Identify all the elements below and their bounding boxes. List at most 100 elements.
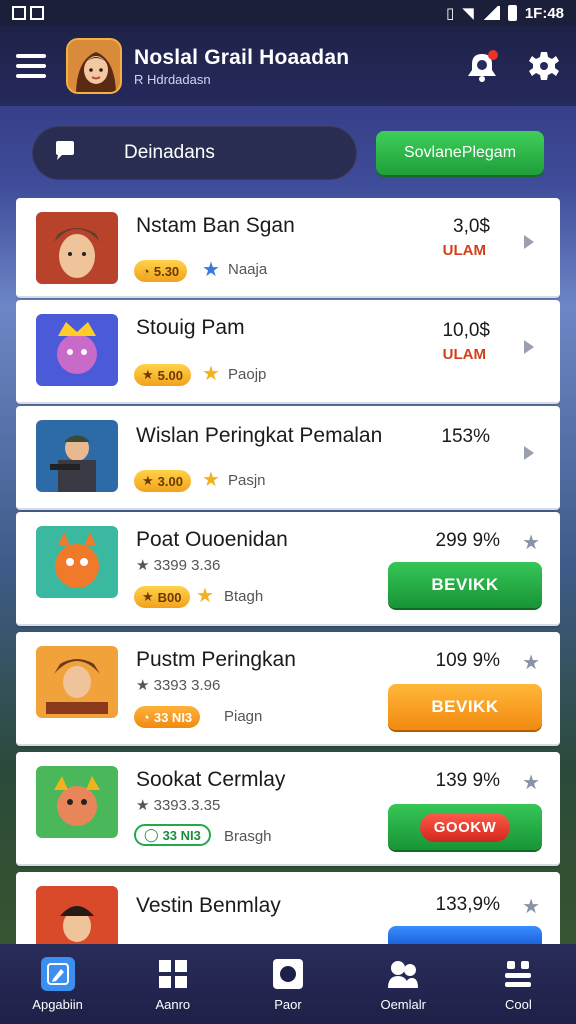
coin-icon: ◔	[142, 709, 150, 725]
header-text: Noslal Grail Hoaadan R Hdrdadasn	[134, 46, 349, 87]
row-title: Sookat Cermlay	[136, 768, 286, 791]
badge-text: 5.30	[153, 263, 180, 279]
row-subline: ★ 3393 3.96	[136, 677, 221, 694]
notifications-button[interactable]	[466, 50, 498, 82]
score-badge: ◔ 5.30	[134, 260, 188, 282]
badge-text: 5.00	[157, 367, 183, 383]
row-value: 3,0$	[453, 216, 490, 237]
status-bar: ▯ ◥ 1F:48	[0, 0, 576, 26]
favorite-star-icon[interactable]: ★	[522, 650, 540, 675]
game-thumbnail	[36, 314, 118, 386]
row-subline: ★ 3399 3.36	[136, 557, 221, 574]
avatar-portrait	[68, 40, 120, 92]
badge-text: 33 NI3	[153, 709, 193, 725]
game-thumbnail	[36, 646, 118, 718]
row-title: Vestin Benmlay	[136, 894, 281, 917]
row-action-button[interactable]: BEVIKK	[388, 562, 542, 608]
row-sub-value: ULAM	[442, 346, 486, 363]
status-icons-left	[12, 6, 44, 20]
score-badge: ★ B00	[134, 586, 190, 608]
nav-label: Apgabiin	[32, 996, 83, 1012]
score-badge: ★ 3.00	[134, 470, 191, 492]
nav-item-more[interactable]: Cool	[461, 944, 576, 1024]
badge-text: B00	[157, 589, 182, 605]
list-item[interactable]: Wislan Peringkat Pemalan ★ 3.00 ★ Pasjn 1…	[16, 406, 560, 510]
row-sub-value: ULAM	[442, 242, 486, 259]
row-title: Nstam Ban Sgan	[136, 214, 295, 237]
notification-icon-2	[30, 6, 44, 20]
page-subtitle: R Hdrdadasn	[134, 71, 211, 87]
search-row: Deinadans SovlanePlegam	[32, 126, 544, 180]
row-tag: Naaja	[228, 261, 268, 278]
notification-icon	[12, 6, 26, 20]
search-placeholder: Deinadans	[124, 142, 215, 163]
star-icon: ★	[142, 473, 154, 488]
row-value: 10,0$	[442, 320, 490, 341]
circle-icon	[271, 957, 305, 991]
list-item[interactable]: Stouig Pam ★ 5.00 ★ Paojp 10,0$ ULAM	[16, 300, 560, 404]
row-tag: Paojp	[228, 366, 267, 383]
vibrate-icon: ▯	[446, 5, 455, 22]
subline-text: 3393 3.96	[153, 677, 221, 694]
game-thumbnail	[36, 886, 118, 944]
app-header: Noslal Grail Hoaadan R Hdrdadasn	[0, 26, 576, 106]
game-thumbnail	[36, 526, 118, 598]
chevron-right-icon[interactable]	[524, 235, 534, 249]
nav-label: Cool	[505, 996, 532, 1012]
list-item[interactable]: Vestin Benmlay 133,9% ★	[16, 872, 560, 944]
list-item[interactable]: Nstam Ban Sgan ◔ 5.30 ★ Naaja 3,0$ ULAM	[16, 198, 560, 298]
row-tag: Brasgh	[224, 828, 272, 845]
subline-text: 3393.3.35	[153, 797, 221, 814]
hamburger-menu-icon[interactable]	[16, 54, 46, 78]
list-item[interactable]: Pustm Peringkan ★ 3393 3.96 ◔ 33 NI3 Piag…	[16, 632, 560, 746]
row-action-label: GOOKW	[419, 812, 511, 842]
nav-label: Aanro	[155, 996, 191, 1012]
favorite-star-icon[interactable]: ★	[522, 530, 540, 555]
nav-item-main[interactable]: Paor	[230, 944, 345, 1024]
notification-dot	[488, 50, 498, 60]
row-tag: Piagn	[224, 708, 263, 725]
favorite-star-icon[interactable]: ★	[522, 770, 540, 795]
list-item[interactable]: Sookat Cermlay ★ 3393.3.35 ◯ 33 NI3 Brasg…	[16, 752, 560, 866]
game-thumbnail	[36, 212, 118, 284]
nav-item-community[interactable]: Oemlalr	[346, 944, 461, 1024]
search-input[interactable]: Deinadans	[32, 126, 357, 180]
avatar[interactable]	[66, 38, 122, 94]
star-icon: ★	[202, 363, 220, 385]
bottom-navigation: Apgabiin Aanro Paor Oemlalr Cool	[0, 944, 576, 1024]
favorite-star-icon[interactable]: ★	[522, 894, 540, 919]
row-value: 299 9%	[435, 530, 500, 551]
star-icon: ★	[142, 367, 154, 382]
badge-text: 33 NI3	[162, 827, 201, 843]
settings-button[interactable]	[528, 50, 560, 82]
status-icons-right: ▯ ◥ 1F:48	[446, 4, 564, 23]
subline-text: 3399 3.36	[153, 557, 221, 574]
chevron-right-icon[interactable]	[524, 446, 534, 460]
row-action-button[interactable]: GOOKW	[388, 804, 542, 850]
nav-item-applications[interactable]: Apgabiin	[0, 944, 115, 1024]
row-action-button[interactable]	[388, 926, 542, 944]
ranking-list: Nstam Ban Sgan ◔ 5.30 ★ Naaja 3,0$ ULAM S…	[16, 198, 560, 944]
game-thumbnail	[36, 420, 118, 492]
save-program-button[interactable]: SovlanePlegam	[376, 131, 544, 175]
chevron-right-icon[interactable]	[524, 340, 534, 354]
nav-label: Oemlalr	[380, 996, 426, 1012]
row-title: Poat Ouoenidan	[136, 528, 288, 551]
signal-icon	[481, 6, 500, 20]
ring-icon: ◯	[144, 827, 159, 842]
row-action-button[interactable]: BEVIKK	[388, 684, 542, 730]
row-value: 133,9%	[435, 894, 500, 915]
page-title: Noslal Grail Hoaadan	[134, 45, 350, 69]
star-icon: ★	[142, 589, 154, 604]
badge-text: 3.00	[157, 473, 183, 489]
row-title: Pustm Peringkan	[136, 648, 296, 671]
edit-icon	[40, 956, 75, 991]
row-value: 153%	[441, 426, 490, 447]
star-icon: ★	[196, 585, 214, 607]
nav-item-games[interactable]: Aanro	[115, 944, 230, 1024]
score-badge: ◯ 33 NI3	[134, 824, 211, 846]
header-actions	[466, 50, 560, 82]
nav-label: Paor	[274, 996, 302, 1012]
list-item[interactable]: Poat Ouoenidan ★ 3399 3.36 ★ B00 ★ Btagh …	[16, 512, 560, 626]
wifi-icon: ◥	[462, 5, 474, 22]
